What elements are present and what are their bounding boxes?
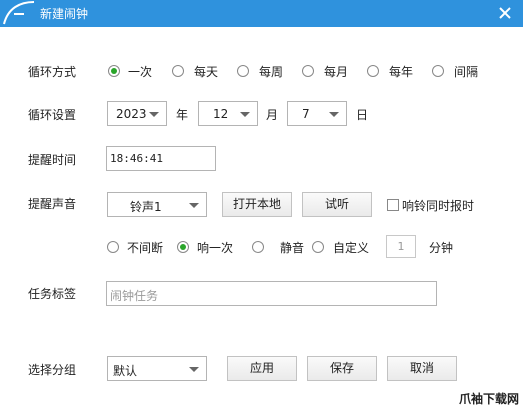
mode-once-label[interactable]: 响一次 <box>197 239 233 256</box>
year-select[interactable]: 2023 <box>107 101 167 126</box>
chevron-down-icon <box>149 112 159 117</box>
month-unit: 月 <box>266 108 279 122</box>
custom-minutes-value: 1 <box>397 240 405 253</box>
mode-custom-label[interactable]: 自定义 <box>333 239 369 256</box>
group-value: 默认 <box>113 364 138 378</box>
day-select[interactable]: 7 <box>287 101 347 126</box>
month-select[interactable]: 12 <box>198 101 258 126</box>
time-value: 18:46:41 <box>110 152 163 165</box>
repeat-monthly-radio[interactable] <box>302 65 314 77</box>
repeat-daily-label[interactable]: 每天 <box>194 63 218 80</box>
repeat-once-label[interactable]: 一次 <box>128 63 152 80</box>
chime-label[interactable]: 响铃同时报时 <box>402 197 474 214</box>
group-label: 选择分组 <box>28 363 77 377</box>
ringtone-select[interactable]: 铃声1 <box>107 192 207 217</box>
task-field[interactable]: 闹钟任务 <box>106 281 437 306</box>
open-local-button[interactable]: 打开本地 <box>222 192 292 217</box>
chime-checkbox[interactable] <box>387 199 399 211</box>
apply-button[interactable]: 应用 <box>227 356 297 381</box>
title-bar: 新建闹钟 <box>0 0 523 27</box>
alarm-dialog: 新建闹钟 循环方式 一次 每天 每周 每月 每年 间隔 循环设置 2023 年 … <box>0 0 523 409</box>
repeat-interval-label[interactable]: 间隔 <box>454 63 478 80</box>
month-value: 12 <box>213 107 229 121</box>
year-value: 2023 <box>116 107 147 121</box>
task-placeholder: 闹钟任务 <box>110 289 159 303</box>
repeat-once-radio[interactable] <box>108 65 120 77</box>
repeat-weekly-radio[interactable] <box>237 65 249 77</box>
cancel-button[interactable]: 取消 <box>387 356 457 381</box>
ringtone-value: 铃声1 <box>130 200 162 214</box>
day-value: 7 <box>302 107 310 121</box>
repeat-label: 循环方式 <box>28 65 77 79</box>
watermark: 爪袖下载网 <box>458 392 519 406</box>
task-label: 任务标签 <box>28 287 77 301</box>
custom-minutes-input[interactable]: 1 <box>386 235 416 258</box>
repeat-weekly-label[interactable]: 每周 <box>259 63 283 80</box>
repeat-yearly-label[interactable]: 每年 <box>389 63 413 80</box>
group-select[interactable]: 默认 <box>107 356 207 381</box>
chevron-down-icon <box>329 112 339 117</box>
repeat-interval-radio[interactable] <box>432 65 444 77</box>
minutes-unit: 分钟 <box>429 241 454 255</box>
repeat-yearly-radio[interactable] <box>367 65 379 77</box>
test-sound-button[interactable]: 试听 <box>302 192 372 217</box>
save-button[interactable]: 保存 <box>307 356 377 381</box>
chevron-down-icon <box>189 367 199 372</box>
mode-mute-label[interactable]: 静音 <box>280 239 304 256</box>
app-logo-icon <box>0 0 36 27</box>
day-unit: 日 <box>356 108 369 122</box>
chevron-down-icon <box>240 112 250 117</box>
mode-continuous-radio[interactable] <box>107 241 119 253</box>
chevron-down-icon <box>189 203 199 208</box>
repeat-daily-radio[interactable] <box>172 65 184 77</box>
mode-mute-radio[interactable] <box>252 241 264 253</box>
settings-label: 循环设置 <box>28 108 77 122</box>
mode-custom-radio[interactable] <box>312 241 324 253</box>
mode-continuous-label[interactable]: 不间断 <box>127 239 163 256</box>
close-icon[interactable] <box>495 3 515 23</box>
sound-label: 提醒声音 <box>28 197 77 211</box>
window-title: 新建闹钟 <box>40 7 89 21</box>
year-unit: 年 <box>176 108 189 122</box>
repeat-monthly-label[interactable]: 每月 <box>324 63 348 80</box>
mode-once-radio[interactable] <box>177 241 189 253</box>
time-field[interactable]: 18:46:41 <box>106 146 216 171</box>
time-label: 提醒时间 <box>28 153 77 167</box>
